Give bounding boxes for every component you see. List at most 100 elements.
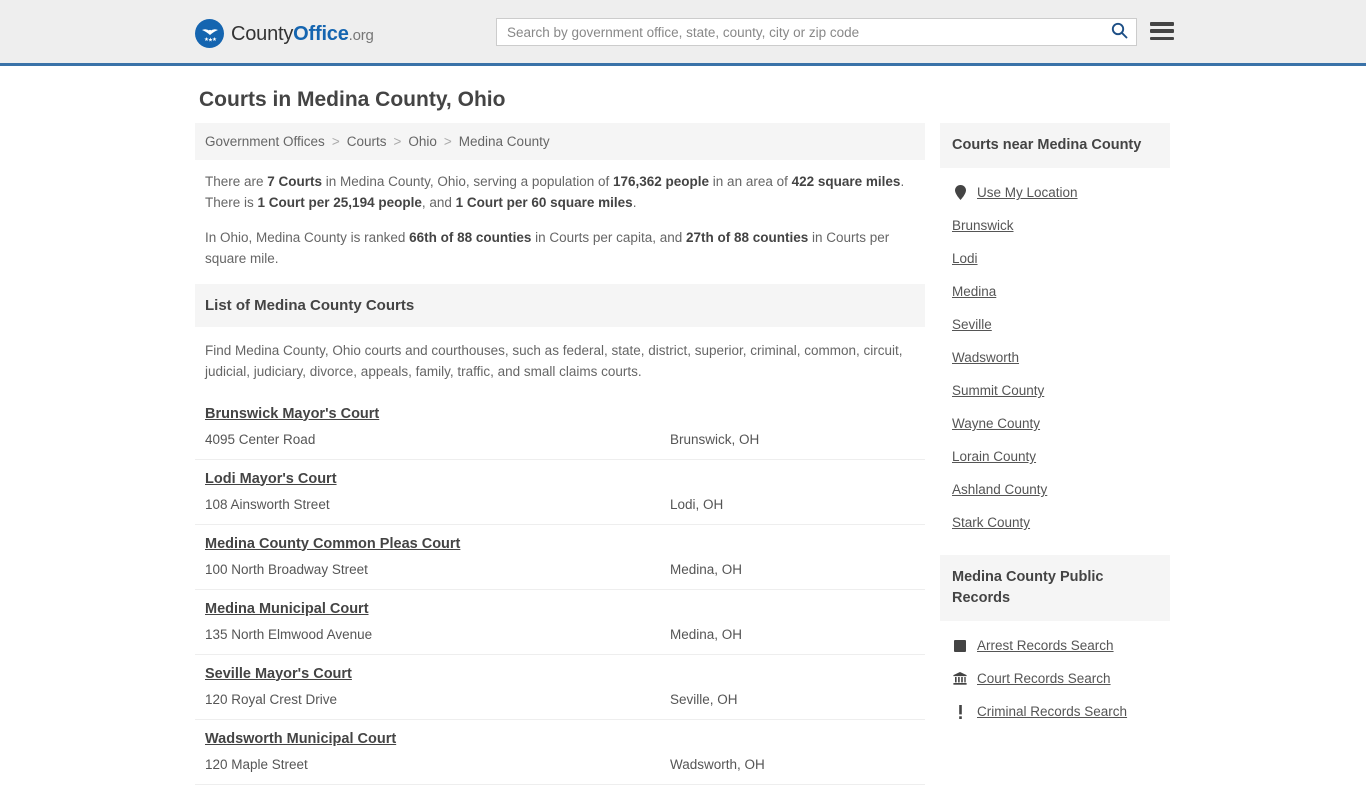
exclamation-icon <box>952 704 968 719</box>
hamburger-bar <box>1150 29 1174 33</box>
hamburger-menu-icon[interactable] <box>1150 20 1174 42</box>
table-row: Seville Mayor's Court 120 Royal Crest Dr… <box>195 655 925 720</box>
county-statistics: There are 7 Courts in Medina County, Ohi… <box>195 160 925 270</box>
sidebar-item-seville[interactable]: Seville <box>952 308 1158 341</box>
stats-text: in Medina County, Ohio, serving a popula… <box>322 174 613 189</box>
search-button[interactable] <box>1102 19 1136 45</box>
court-city: Brunswick, OH <box>670 431 760 447</box>
stats-text: There are <box>205 174 268 189</box>
hamburger-bar <box>1150 36 1174 40</box>
court-name-link[interactable]: Wadsworth Municipal Court <box>205 731 396 747</box>
sidebar: Courts near Medina County Use My Locatio… <box>940 123 1170 785</box>
search-input[interactable] <box>497 19 1102 45</box>
site-logo[interactable]: ★ ★ ★ CountyOffice.org <box>195 19 374 48</box>
table-row: Medina Municipal Court 135 North Elmwood… <box>195 590 925 655</box>
logo-text-office: Office <box>293 22 349 45</box>
breadcrumb-item-courts[interactable]: Courts <box>347 134 387 149</box>
court-name-link[interactable]: Seville Mayor's Court <box>205 666 352 682</box>
court-city: Medina, OH <box>670 561 743 577</box>
breadcrumb: Government Offices > Courts > Ohio > Med… <box>195 123 925 160</box>
court-city: Lodi, OH <box>670 496 724 512</box>
court-details: 120 Royal Crest Drive Seville, OH <box>205 692 915 707</box>
court-address: 135 North Elmwood Avenue <box>205 626 373 642</box>
panel-heading-nearby: Courts near Medina County <box>940 123 1170 169</box>
breadcrumb-separator: > <box>443 134 452 149</box>
table-row: Medina County Common Pleas Court 100 Nor… <box>195 525 925 590</box>
court-city: Wadsworth, OH <box>670 756 765 772</box>
sidebar-item-label: Medina <box>952 284 997 300</box>
svg-text:★: ★ <box>212 37 217 43</box>
page-title: Courts in Medina County, Ohio <box>199 88 506 111</box>
sidebar-item-use-my-location[interactable]: Use My Location <box>952 176 1158 209</box>
court-name-link[interactable]: Medina Municipal Court <box>205 601 369 617</box>
sidebar-item-label: Brunswick <box>952 218 1014 234</box>
stat-rank-per-square-mile: 27th of 88 counties <box>685 229 809 245</box>
logo-text-org: .org <box>348 26 374 44</box>
stat-court-count: 7 Courts <box>267 174 323 189</box>
sidebar-item-label: Lodi <box>952 251 978 267</box>
sidebar-item-criminal-records-search[interactable]: Criminal Records Search <box>952 695 1158 728</box>
table-row: Brunswick Mayor's Court 4095 Center Road… <box>195 395 925 460</box>
panel-public-records: Medina County Public Records Arrest Reco… <box>940 555 1170 732</box>
sidebar-item-stark-county[interactable]: Stark County <box>952 506 1158 539</box>
panel-heading-public-records: Medina County Public Records <box>940 555 1170 622</box>
map-pin-icon <box>952 185 968 201</box>
sidebar-item-label: Lorain County <box>952 449 1037 465</box>
court-name-link[interactable]: Medina County Common Pleas Court <box>205 536 460 552</box>
court-name-link[interactable]: Brunswick Mayor's Court <box>205 406 379 422</box>
court-address: 120 Maple Street <box>205 756 308 772</box>
sidebar-item-label: Criminal Records Search <box>977 704 1128 720</box>
breadcrumb-separator: > <box>331 134 340 149</box>
court-city: Medina, OH <box>670 626 743 642</box>
stat-per-capita: 1 Court per 25,194 people <box>257 194 422 210</box>
stats-text: , and <box>421 194 456 210</box>
sidebar-item-ashland-county[interactable]: Ashland County <box>952 473 1158 506</box>
sidebar-item-label: Use My Location <box>977 185 1078 201</box>
sidebar-item-label: Summit County <box>952 383 1045 399</box>
sidebar-item-label: Court Records Search <box>977 671 1111 687</box>
sidebar-item-medina[interactable]: Medina <box>952 275 1158 308</box>
stat-per-area: 1 Court per 60 square miles <box>455 194 633 210</box>
stats-text: in an area of <box>709 174 792 189</box>
court-address: 108 Ainsworth Street <box>205 496 330 512</box>
stat-area: 422 square miles <box>791 174 901 189</box>
court-address: 120 Royal Crest Drive <box>205 691 338 707</box>
court-name-link[interactable]: Lodi Mayor's Court <box>205 471 337 487</box>
breadcrumb-item-ohio[interactable]: Ohio <box>408 134 437 149</box>
sidebar-item-wadsworth[interactable]: Wadsworth <box>952 341 1158 374</box>
sidebar-item-label: Wadsworth <box>952 350 1020 366</box>
sidebar-item-lorain-county[interactable]: Lorain County <box>952 440 1158 473</box>
sidebar-item-lodi[interactable]: Lodi <box>952 242 1158 275</box>
court-address: 100 North Broadway Street <box>205 561 368 577</box>
search-icon <box>1111 22 1128 42</box>
sidebar-item-summit-county[interactable]: Summit County <box>952 374 1158 407</box>
sidebar-item-brunswick[interactable]: Brunswick <box>952 209 1158 242</box>
court-details: 135 North Elmwood Avenue Medina, OH <box>205 627 915 642</box>
statistics-paragraph-2: In Ohio, Medina County is ranked 66th of… <box>205 228 915 270</box>
sidebar-item-label: Seville <box>952 317 992 333</box>
section-description: Find Medina County, Ohio courts and cour… <box>205 342 903 379</box>
sidebar-item-label: Stark County <box>952 515 1031 531</box>
stats-text: In Ohio, Medina County is ranked <box>205 229 410 245</box>
eagle-seal-icon: ★ ★ ★ <box>195 19 224 48</box>
court-city: Seville, OH <box>670 691 738 707</box>
main-column: Government Offices > Courts > Ohio > Med… <box>195 123 925 785</box>
sidebar-item-label: Arrest Records Search <box>977 638 1114 654</box>
stat-rank-per-capita: 66th of 88 counties <box>409 229 532 245</box>
sidebar-item-arrest-records-search[interactable]: Arrest Records Search <box>952 629 1158 662</box>
table-row: Lodi Mayor's Court 108 Ainsworth Street … <box>195 460 925 525</box>
stat-population: 176,362 people <box>612 174 710 189</box>
hamburger-bar <box>1150 22 1174 26</box>
stats-text: in Courts per capita, and <box>531 229 686 245</box>
sidebar-item-court-records-search[interactable]: Court Records Search <box>952 662 1158 695</box>
panel-courts-nearby: Courts near Medina County Use My Locatio… <box>940 123 1170 543</box>
sidebar-item-label: Ashland County <box>952 482 1048 498</box>
sidebar-item-wayne-county[interactable]: Wayne County <box>952 407 1158 440</box>
breadcrumb-item-government-offices[interactable]: Government Offices <box>205 134 325 149</box>
breadcrumb-separator: > <box>393 134 402 149</box>
table-row: Wadsworth Municipal Court 120 Maple Stre… <box>195 720 925 785</box>
panel-body-public-records: Arrest Records Search Court Records Sear… <box>940 621 1170 732</box>
statistics-paragraph-1: There are 7 Courts in Medina County, Ohi… <box>205 172 915 214</box>
court-address: 4095 Center Road <box>205 431 316 447</box>
search-box[interactable] <box>496 18 1137 46</box>
